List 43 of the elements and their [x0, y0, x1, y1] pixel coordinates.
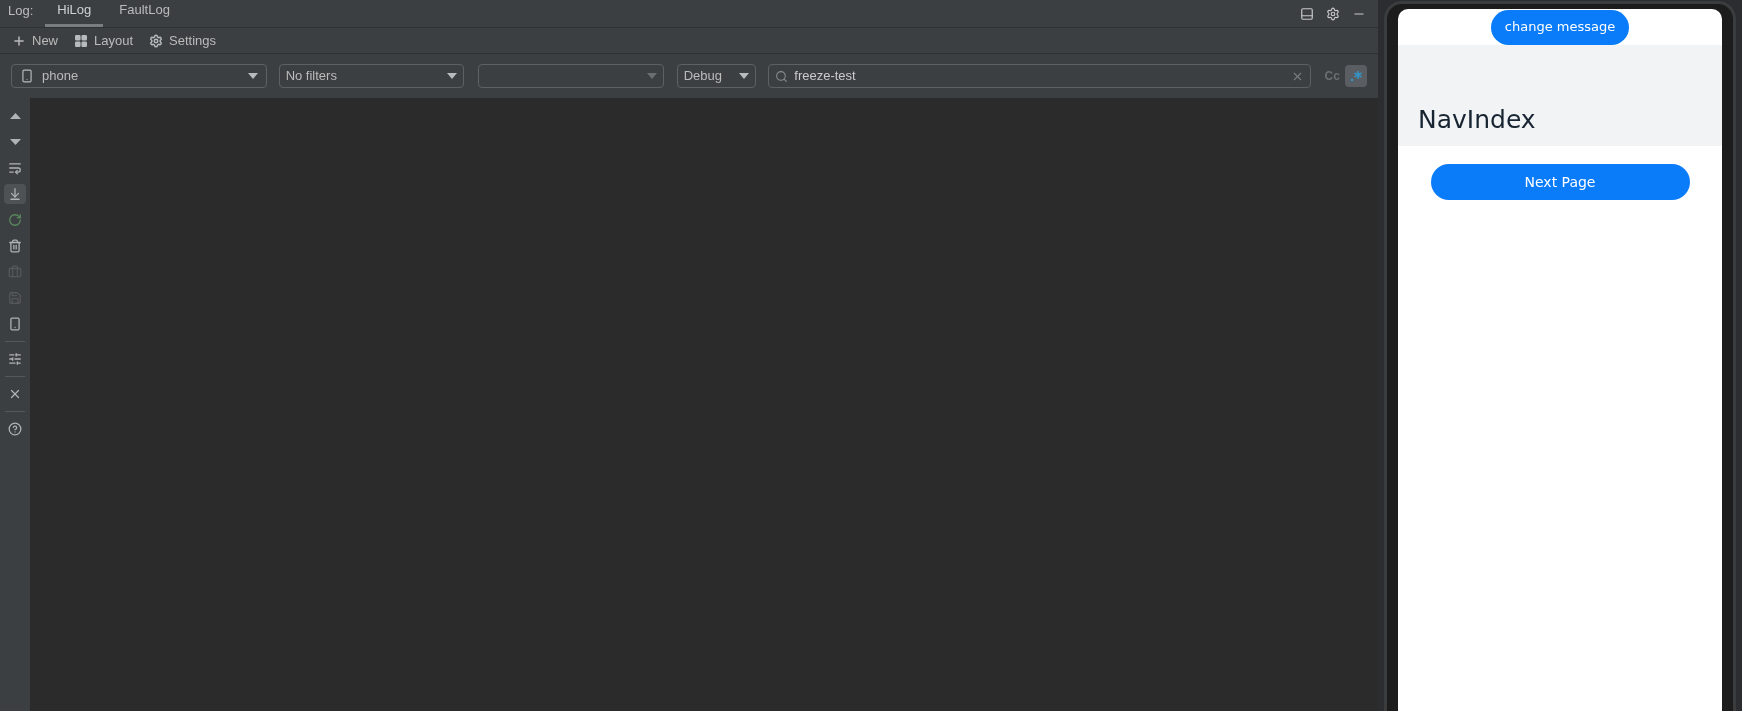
- regex-toggle[interactable]: [1345, 65, 1367, 87]
- search-text: freeze-test: [794, 67, 857, 86]
- level-value: Debug: [683, 67, 723, 86]
- phone-icon: [20, 69, 34, 83]
- close-icon: [8, 387, 22, 401]
- log-label: Log:: [8, 1, 34, 20]
- briefcase-icon: [8, 265, 22, 279]
- restart-icon: [8, 213, 22, 227]
- grid-icon: [74, 33, 88, 48]
- scroll-up-icon: [9, 113, 21, 119]
- log-tab[interactable]: FaultLog: [107, 0, 182, 27]
- search-icon: [775, 69, 789, 83]
- toolbar-button[interactable]: New: [12, 30, 58, 51]
- dock-icon[interactable]: [1300, 7, 1314, 21]
- save-icon: [8, 291, 22, 305]
- sliders-icon: [8, 352, 22, 366]
- scroll-down-icon: [9, 139, 21, 145]
- scroll-to-end-icon: [8, 187, 22, 201]
- regex-icon: [1350, 70, 1363, 82]
- device-dropdown[interactable]: phone: [11, 64, 267, 88]
- page-title: NavIndex: [1418, 103, 1536, 136]
- device-value: phone: [42, 67, 80, 86]
- next-page-button[interactable]: Next Page: [1430, 164, 1690, 200]
- dropdown-caret-icon: [247, 73, 258, 79]
- filter-value: No filters: [285, 67, 338, 86]
- log-tab[interactable]: HiLog: [45, 0, 104, 27]
- phone-icon: [8, 317, 22, 331]
- change-message-button[interactable]: change message: [1490, 9, 1630, 45]
- wrap-text-icon: [8, 161, 22, 175]
- search-field[interactable]: freeze-test: [768, 64, 1312, 88]
- filter-dropdown[interactable]: No filters: [278, 64, 464, 88]
- settings-icon: [149, 33, 164, 48]
- sidebar-tool-button[interactable]: [4, 184, 26, 204]
- toolbar-button[interactable]: Settings: [149, 30, 217, 51]
- toolbar-button[interactable]: Layout: [74, 30, 134, 51]
- dropdown-caret-icon: [739, 73, 750, 79]
- help-icon: [8, 422, 22, 436]
- plus-icon: [12, 33, 26, 48]
- dropdown-caret-icon: [446, 73, 457, 79]
- trash-icon: [8, 239, 22, 253]
- dropdown-caret-icon: [646, 73, 657, 79]
- level-dropdown[interactable]: Debug: [676, 64, 757, 88]
- settings-icon[interactable]: [1326, 7, 1340, 21]
